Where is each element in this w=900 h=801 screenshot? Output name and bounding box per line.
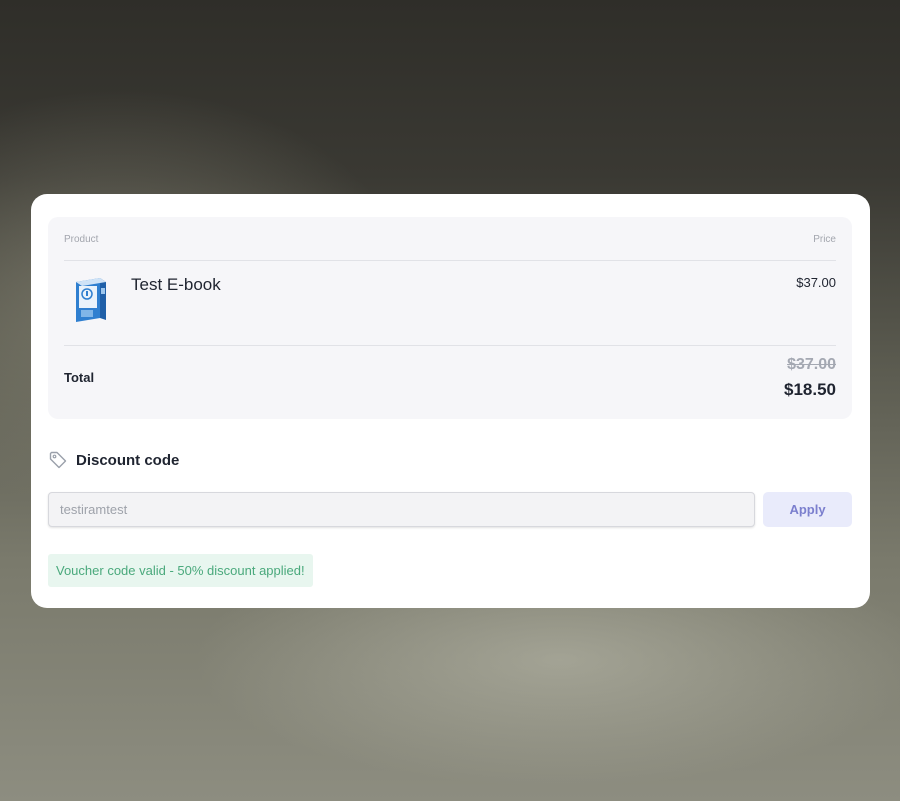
discounted-total: $18.50: [784, 380, 836, 399]
product-column-header: Product: [64, 234, 99, 245]
product-price: $37.00: [796, 275, 836, 290]
product-name: Test E-book: [131, 275, 221, 294]
order-summary: Product Price Test E-book $37.00 Total $…: [48, 217, 852, 419]
apply-button[interactable]: Apply: [763, 492, 852, 527]
price-column-header: Price: [813, 234, 836, 245]
ebook-box-icon: [76, 278, 106, 322]
divider: [64, 345, 836, 346]
voucher-success-message: Voucher code valid - 50% discount applie…: [48, 554, 313, 587]
tag-icon: [49, 451, 67, 469]
discount-title: Discount code: [76, 451, 180, 469]
total-label: Total: [64, 370, 95, 385]
discount-code-input[interactable]: [48, 492, 755, 527]
divider: [64, 260, 836, 261]
original-total: $37.00: [787, 356, 836, 373]
discount-heading: Discount code: [48, 450, 179, 470]
checkout-card: Product Price Test E-book $37.00 Total $…: [31, 194, 870, 608]
